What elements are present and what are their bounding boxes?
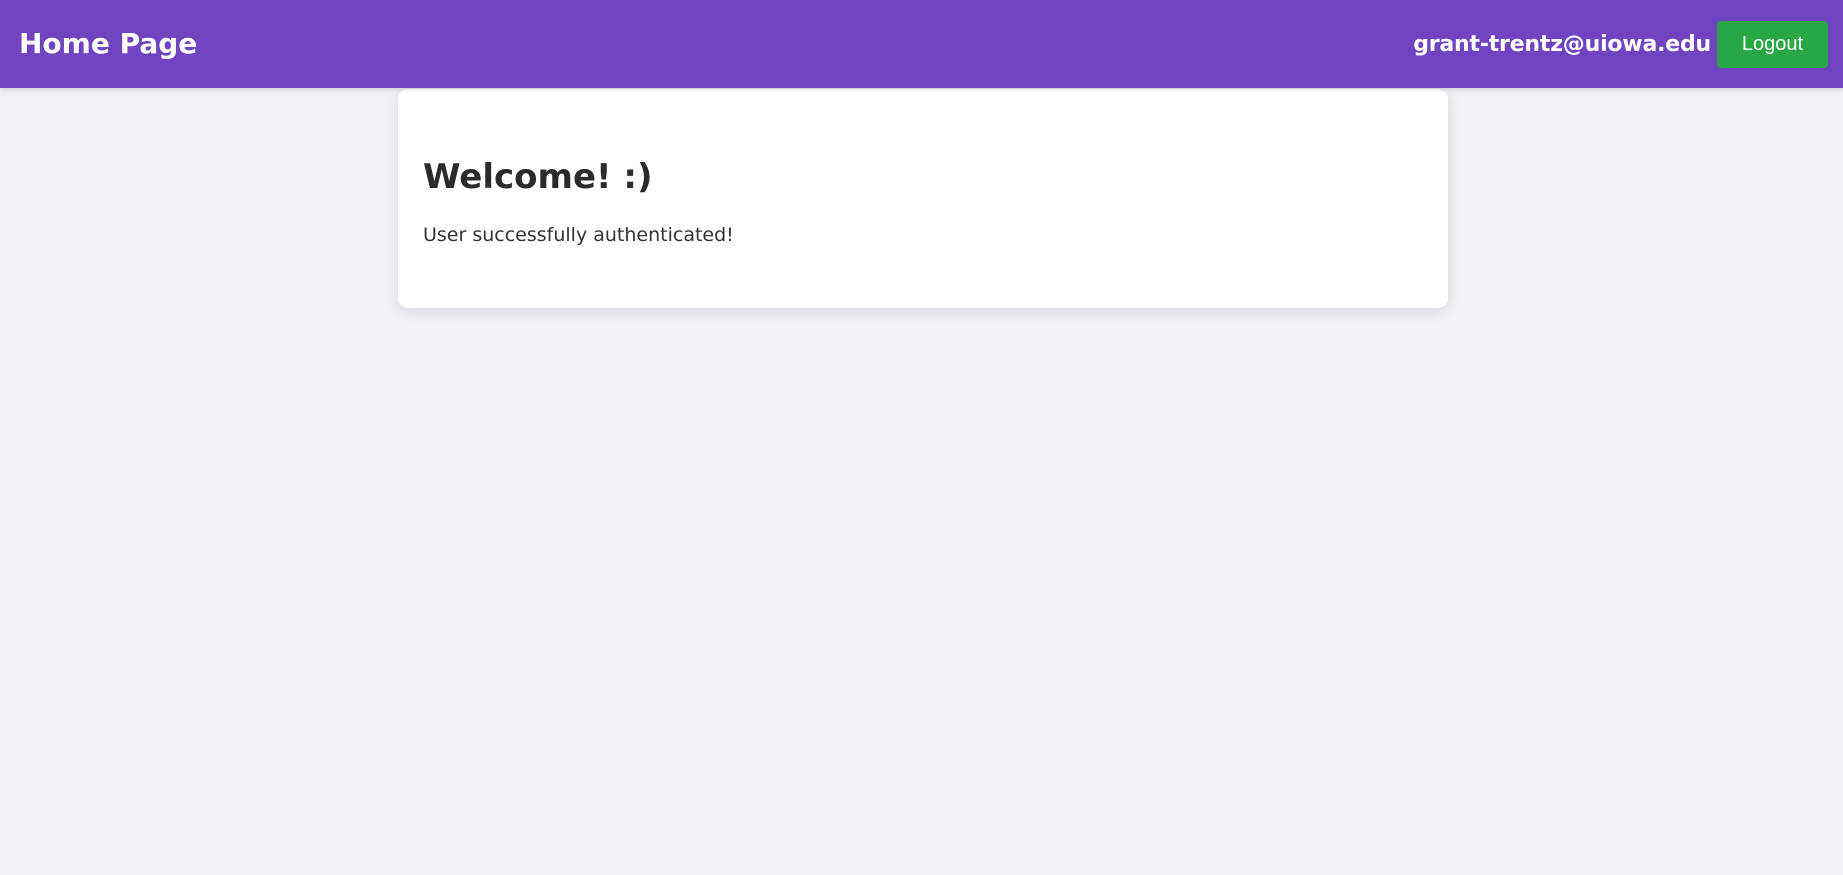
top-navbar: Home Page grant-trentz@uiowa.edu Logout bbox=[0, 0, 1843, 88]
auth-success-message: User successfully authenticated! bbox=[423, 224, 734, 247]
user-email: grant-trentz@uiowa.edu bbox=[1413, 31, 1711, 57]
welcome-heading: Welcome! :) bbox=[423, 157, 653, 197]
user-area: grant-trentz@uiowa.edu Logout bbox=[1413, 20, 1828, 68]
welcome-card: Welcome! :) User successfully authentica… bbox=[398, 89, 1448, 308]
page-title: Home Page bbox=[19, 27, 198, 60]
logout-button[interactable]: Logout bbox=[1717, 20, 1828, 68]
